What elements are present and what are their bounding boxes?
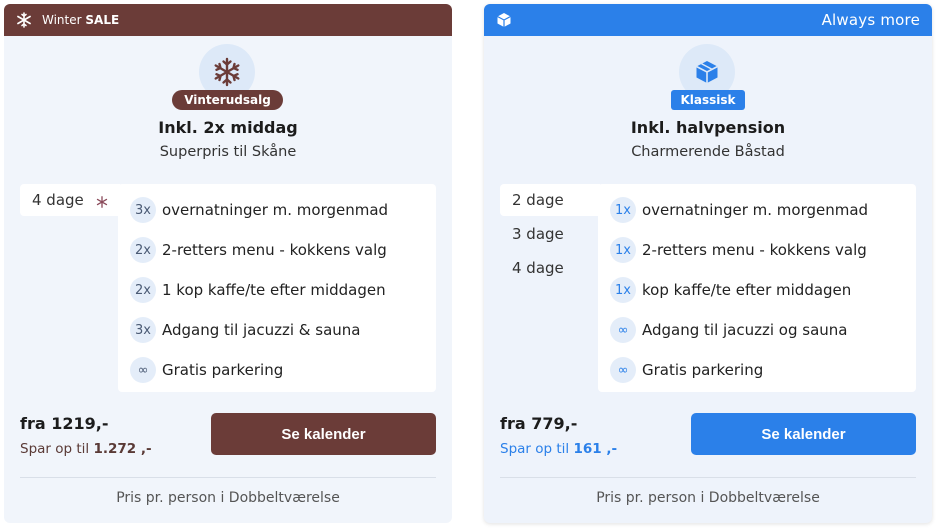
feature-text: 2-retters menu - kokkens valg xyxy=(642,241,867,259)
feature-item: 3x Adgang til jacuzzi & sauna xyxy=(130,310,436,350)
duration-list: 4 dage xyxy=(20,184,120,218)
offer-card-classic: Always more Klassisk Inkl. halvpension C… xyxy=(484,4,932,523)
see-calendar-button[interactable]: Se kalender xyxy=(691,413,916,455)
snowflake-icon xyxy=(96,194,108,208)
feature-text: overnatninger m. morgenmad xyxy=(642,201,869,219)
feature-text: Adgang til jacuzzi og sauna xyxy=(642,321,848,339)
banner-tagline: Always more xyxy=(821,11,920,29)
quantity-badge: 3x xyxy=(130,317,156,343)
feature-text: Gratis parkering xyxy=(642,361,764,379)
feature-text: kop kaffe/te efter middagen xyxy=(642,281,852,299)
quantity-badge: ∞ xyxy=(610,317,636,343)
card-banner: Winter SALE xyxy=(4,4,452,36)
feature-item: ∞ Adgang til jacuzzi og sauna xyxy=(610,310,916,350)
offer-title: Inkl. 2x middag xyxy=(158,118,298,137)
feature-text: 2-retters menu - kokkens valg xyxy=(162,241,387,259)
feature-item: ∞ Gratis parkering xyxy=(610,350,916,390)
card-banner: Always more xyxy=(484,4,932,36)
price-label: fra 1219,- xyxy=(20,414,109,433)
feature-item: 3x overnatninger m. morgenmad xyxy=(130,190,436,230)
offer-subtitle: Charmerende Båstad xyxy=(631,144,785,160)
quantity-badge: ∞ xyxy=(130,357,156,383)
feature-text: Gratis parkering xyxy=(162,361,284,379)
feature-text: Adgang til jacuzzi & sauna xyxy=(162,321,361,339)
price-note: Pris pr. person i Dobbeltværelse xyxy=(116,490,340,506)
savings-label: Spar op til 1.272 ,- xyxy=(20,441,152,457)
feature-text: overnatninger m. morgenmad xyxy=(162,201,389,219)
quantity-badge: ∞ xyxy=(610,357,636,383)
duration-list: 2 dage 3 dage 4 dage xyxy=(500,184,600,286)
quantity-badge: 1x xyxy=(610,197,636,223)
offer-card-winter: Winter SALE Vinterudsalg Inkl. 2x middag… xyxy=(4,4,452,523)
offer-badge: Klassisk xyxy=(671,90,745,110)
duration-option[interactable]: 2 dage xyxy=(500,184,600,216)
price-label: fra 779,- xyxy=(500,414,578,433)
savings-label: Spar op til 161 ,- xyxy=(500,441,618,457)
snowflake-icon xyxy=(16,12,32,28)
divider xyxy=(20,477,436,478)
feature-item: 1x overnatninger m. morgenmad xyxy=(610,190,916,230)
banner-label: Winter SALE xyxy=(42,13,120,27)
duration-option[interactable]: 4 dage xyxy=(20,184,120,216)
feature-text: 1 kop kaffe/te efter middagen xyxy=(162,281,386,299)
quantity-badge: 2x xyxy=(130,277,156,303)
divider xyxy=(500,477,916,478)
price-note: Pris pr. person i Dobbeltværelse xyxy=(596,490,820,506)
offer-subtitle: Superpris til Skåne xyxy=(159,144,297,160)
feature-item: ∞ Gratis parkering xyxy=(130,350,436,390)
offer-title: Inkl. halvpension xyxy=(630,118,786,137)
feature-list: 3x overnatninger m. morgenmad 2x 2-rette… xyxy=(118,184,436,392)
see-calendar-button[interactable]: Se kalender xyxy=(211,413,436,455)
feature-item: 1x kop kaffe/te efter middagen xyxy=(610,270,916,310)
cube-icon xyxy=(496,12,512,28)
feature-item: 1x 2-retters menu - kokkens valg xyxy=(610,230,916,270)
feature-list: 1x overnatninger m. morgenmad 1x 2-rette… xyxy=(598,184,916,392)
duration-option[interactable]: 3 dage xyxy=(500,218,600,250)
quantity-badge: 3x xyxy=(130,197,156,223)
feature-item: 2x 1 kop kaffe/te efter middagen xyxy=(130,270,436,310)
quantity-badge: 1x xyxy=(610,237,636,263)
quantity-badge: 2x xyxy=(130,237,156,263)
quantity-badge: 1x xyxy=(610,277,636,303)
duration-option[interactable]: 4 dage xyxy=(500,252,600,284)
feature-item: 2x 2-retters menu - kokkens valg xyxy=(130,230,436,270)
offer-badge: Vinterudsalg xyxy=(172,90,283,110)
